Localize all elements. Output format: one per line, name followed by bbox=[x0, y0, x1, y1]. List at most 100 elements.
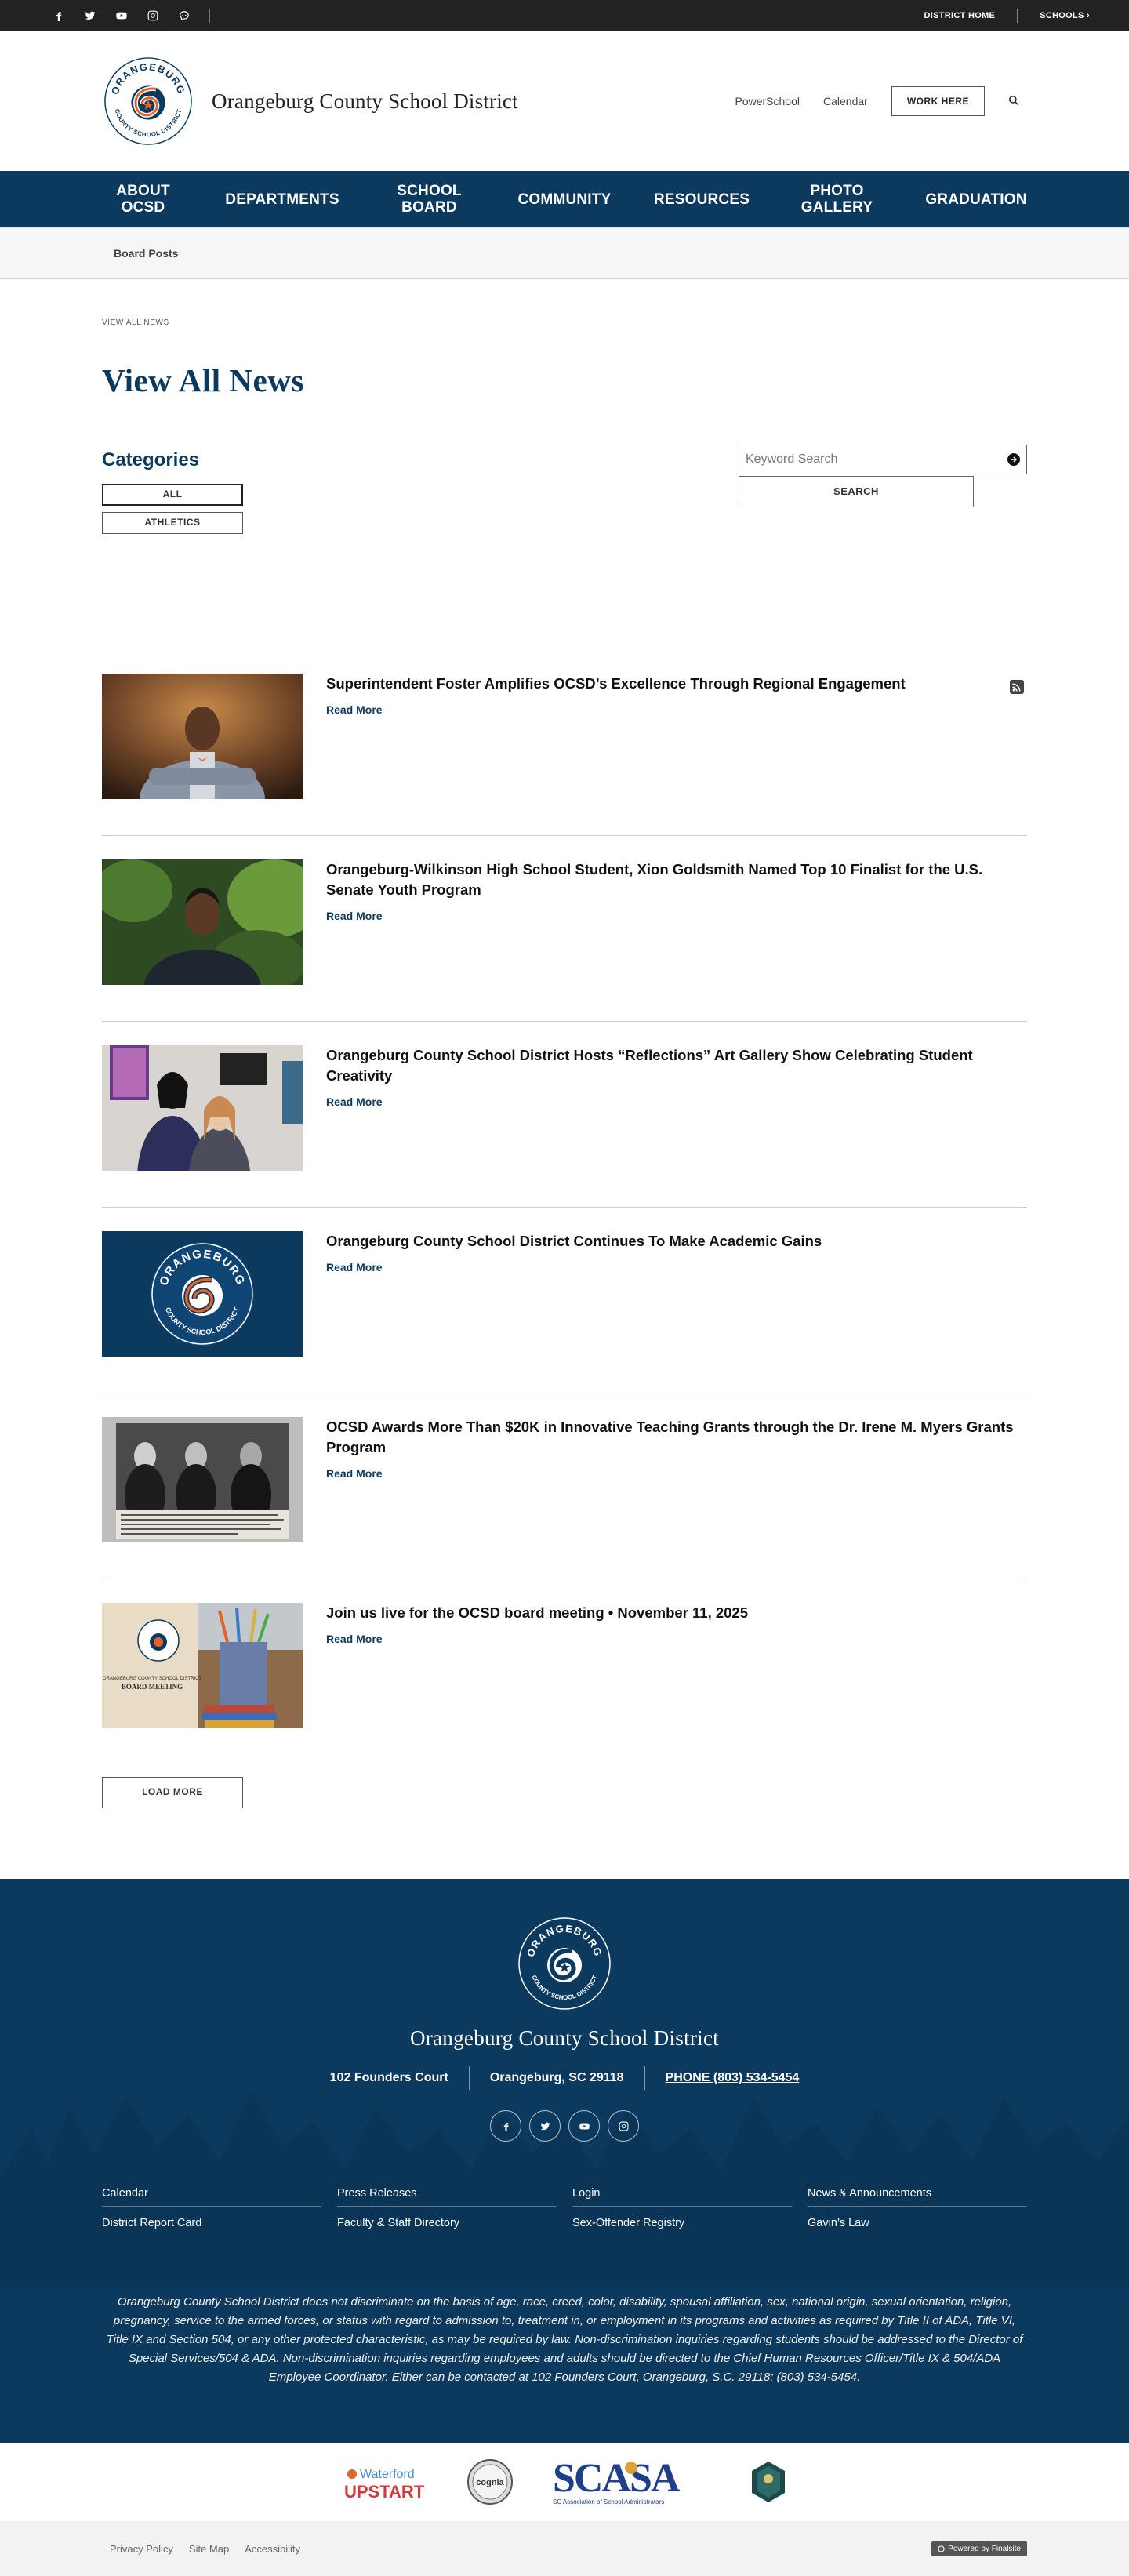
accessibility-link[interactable]: Accessibility bbox=[245, 2543, 300, 2555]
news-title-link[interactable]: OCSD Awards More Than $20K in Innovative… bbox=[326, 1419, 1014, 1455]
read-more-link[interactable]: Read More bbox=[326, 1467, 383, 1480]
youtube-icon[interactable] bbox=[568, 2110, 600, 2142]
powered-by-finalsite-badge[interactable]: Powered by Finalsite bbox=[931, 2541, 1027, 2556]
news-title-link[interactable]: Orangeburg-Wilkinson High School Student… bbox=[326, 861, 982, 898]
search-button[interactable]: SEARCH bbox=[739, 476, 974, 507]
powerschool-link[interactable]: PowerSchool bbox=[735, 95, 800, 107]
nav-school-board[interactable]: SCHOOL BOARD bbox=[365, 183, 494, 216]
footer-link-news[interactable]: News & Announcements bbox=[808, 2187, 1027, 2207]
privacy-policy-link[interactable]: Privacy Policy bbox=[110, 2543, 173, 2555]
news-item: Orangeburg County School District Hosts … bbox=[102, 1045, 1027, 1208]
category-all-button[interactable]: ALL bbox=[102, 484, 243, 506]
powered-by-text: Powered by Finalsite bbox=[948, 2544, 1021, 2553]
work-here-button[interactable]: WORK HERE bbox=[891, 86, 985, 116]
breadcrumb[interactable]: VIEW ALL NEWS bbox=[102, 318, 1027, 327]
news-thumbnail[interactable] bbox=[102, 1417, 303, 1542]
footer-contact: 102 Founders Court Orangeburg, SC 29118 … bbox=[0, 2066, 1129, 2090]
nav-departments[interactable]: DEPARTMENTS bbox=[200, 191, 365, 208]
nav-community[interactable]: COMMUNITY bbox=[494, 191, 635, 208]
footer-link-report-card[interactable]: District Report Card bbox=[102, 2217, 321, 2236]
rss-icon[interactable] bbox=[1010, 680, 1024, 694]
nav-label: GRADUATION bbox=[925, 191, 1027, 208]
nav-about-ocsd[interactable]: ABOUT OCSD bbox=[86, 183, 200, 216]
district-logo-thumbnail: ORANGEBURG COUNTY SCHOOL DISTRICT bbox=[102, 1231, 303, 1357]
schools-dropdown[interactable]: SCHOOLS › bbox=[1018, 11, 1090, 20]
superintendent-photo bbox=[102, 674, 303, 799]
load-more-button[interactable]: LOAD MORE bbox=[102, 1777, 243, 1808]
peachjar-icon[interactable] bbox=[169, 0, 200, 31]
footer-logo[interactable]: ORANGEBURG COUNTY SCHOOL DISTRICT bbox=[516, 1915, 613, 2012]
cognia-logo[interactable]: cognia bbox=[466, 2458, 514, 2505]
divider bbox=[468, 2066, 470, 2090]
non-discrimination-statement: Orangeburg County School District does n… bbox=[106, 2295, 1023, 2384]
district-home-link[interactable]: DISTRICT HOME bbox=[902, 11, 1018, 20]
read-more-link[interactable]: Read More bbox=[326, 910, 383, 922]
read-more-link[interactable]: Read More bbox=[326, 1633, 383, 1645]
news-item: ORANGEBURG COUNTY SCHOOL DISTRICT BOARD … bbox=[102, 1603, 1027, 1764]
news-thumbnail[interactable] bbox=[102, 859, 303, 985]
search-icon[interactable] bbox=[1008, 95, 1019, 108]
site-map-link[interactable]: Site Map bbox=[189, 2543, 229, 2555]
news-thumbnail[interactable] bbox=[102, 674, 303, 799]
twitter-icon[interactable] bbox=[74, 0, 106, 31]
read-more-link[interactable]: Read More bbox=[326, 703, 383, 716]
thumb-board-meeting-text: BOARD MEETING bbox=[122, 1683, 183, 1691]
news-title-link[interactable]: Superintendent Foster Amplifies OCSD’s E… bbox=[326, 675, 906, 692]
footer-phone-link[interactable]: PHONE (803) 534-5454 bbox=[666, 2071, 800, 2085]
news-item: Superintendent Foster Amplifies OCSD’s E… bbox=[102, 674, 1027, 836]
board-meeting-graphic: ORANGEBURG COUNTY SCHOOL DISTRICT BOARD … bbox=[102, 1603, 303, 1728]
youtube-icon[interactable] bbox=[106, 0, 137, 31]
home-logo-link[interactable]: ORANGEBURG COUNTY SCHOOL DISTRICT Orange… bbox=[102, 55, 518, 147]
footer-links: Calendar Press Releases Login News & Ann… bbox=[0, 2187, 1129, 2246]
site-header: ORANGEBURG COUNTY SCHOOL DISTRICT Orange… bbox=[0, 31, 1129, 171]
category-athletics-button[interactable]: ATHLETICS bbox=[102, 512, 243, 534]
facebook-icon[interactable] bbox=[43, 0, 74, 31]
main-content: VIEW ALL NEWS View All News Categories A… bbox=[0, 318, 1129, 1808]
footer-link-staff-directory[interactable]: Faculty & Staff Directory bbox=[337, 2217, 557, 2236]
news-item: ORANGEBURG COUNTY SCHOOL DISTRICT Orange… bbox=[102, 1231, 1027, 1393]
news-title-link[interactable]: Join us live for the OCSD board meeting … bbox=[326, 1604, 748, 1621]
art-gallery-photo bbox=[102, 1045, 303, 1171]
subnav-board-posts[interactable]: Board Posts bbox=[114, 247, 178, 260]
news-title-link[interactable]: Orangeburg County School District Contin… bbox=[326, 1233, 822, 1249]
footer-link-gavins-law[interactable]: Gavin’s Law bbox=[808, 2217, 1027, 2236]
district-logo: ORANGEBURG COUNTY SCHOOL DISTRICT bbox=[103, 56, 194, 147]
facebook-icon[interactable] bbox=[490, 2110, 521, 2142]
footer-social bbox=[0, 2110, 1129, 2142]
site-name: Orangeburg County School District bbox=[212, 89, 518, 113]
nav-label: RESOURCES bbox=[653, 191, 750, 208]
student-photo bbox=[102, 859, 303, 985]
news-thumbnail[interactable]: ORANGEBURG COUNTY SCHOOL DISTRICT bbox=[102, 1231, 303, 1357]
footer-link-press-releases[interactable]: Press Releases bbox=[337, 2187, 557, 2207]
footer-link-login[interactable]: Login bbox=[572, 2187, 792, 2207]
nav-label: GALLERY bbox=[800, 199, 873, 216]
footer-address: 102 Founders Court bbox=[329, 2071, 448, 2084]
divider bbox=[209, 9, 210, 23]
news-thumbnail[interactable] bbox=[102, 1045, 303, 1171]
twitter-icon[interactable] bbox=[529, 2110, 561, 2142]
waterford-upstart-logo[interactable]: Waterford UPSTART bbox=[341, 2458, 427, 2505]
nav-resources[interactable]: RESOURCES bbox=[635, 191, 768, 208]
footer-link-sex-offender-registry[interactable]: Sex-Offender Registry bbox=[572, 2217, 792, 2236]
read-more-link[interactable]: Read More bbox=[326, 1095, 383, 1108]
divider bbox=[644, 2066, 645, 2090]
calendar-link[interactable]: Calendar bbox=[823, 95, 868, 107]
nav-label: SCHOOL bbox=[397, 183, 462, 199]
nav-graduation[interactable]: GRADUATION bbox=[906, 191, 1047, 208]
nav-photo-gallery[interactable]: PHOTO GALLERY bbox=[768, 183, 906, 216]
instagram-icon[interactable] bbox=[137, 0, 169, 31]
search-go-icon[interactable] bbox=[1007, 453, 1020, 466]
categories-title: Categories bbox=[102, 449, 200, 471]
site-footer: ORANGEBURG COUNTY SCHOOL DISTRICT Orange… bbox=[0, 1879, 1129, 2443]
nav-label: OCSD bbox=[121, 199, 165, 216]
scasa-logo[interactable]: SCASA SC Association of School Administr… bbox=[553, 2457, 710, 2507]
instagram-icon[interactable] bbox=[608, 2110, 639, 2142]
topbar-social bbox=[43, 0, 210, 31]
news-title-link[interactable]: Orangeburg County School District Hosts … bbox=[326, 1047, 973, 1084]
news-thumbnail[interactable]: ORANGEBURG COUNTY SCHOOL DISTRICT BOARD … bbox=[102, 1603, 303, 1728]
badge-logo[interactable] bbox=[749, 2460, 788, 2504]
keyword-search-input[interactable]: Keyword Search bbox=[739, 445, 1027, 474]
footer-link-calendar[interactable]: Calendar bbox=[102, 2187, 321, 2207]
scasa-text: SCASA bbox=[553, 2457, 681, 2501]
read-more-link[interactable]: Read More bbox=[326, 1261, 383, 1273]
